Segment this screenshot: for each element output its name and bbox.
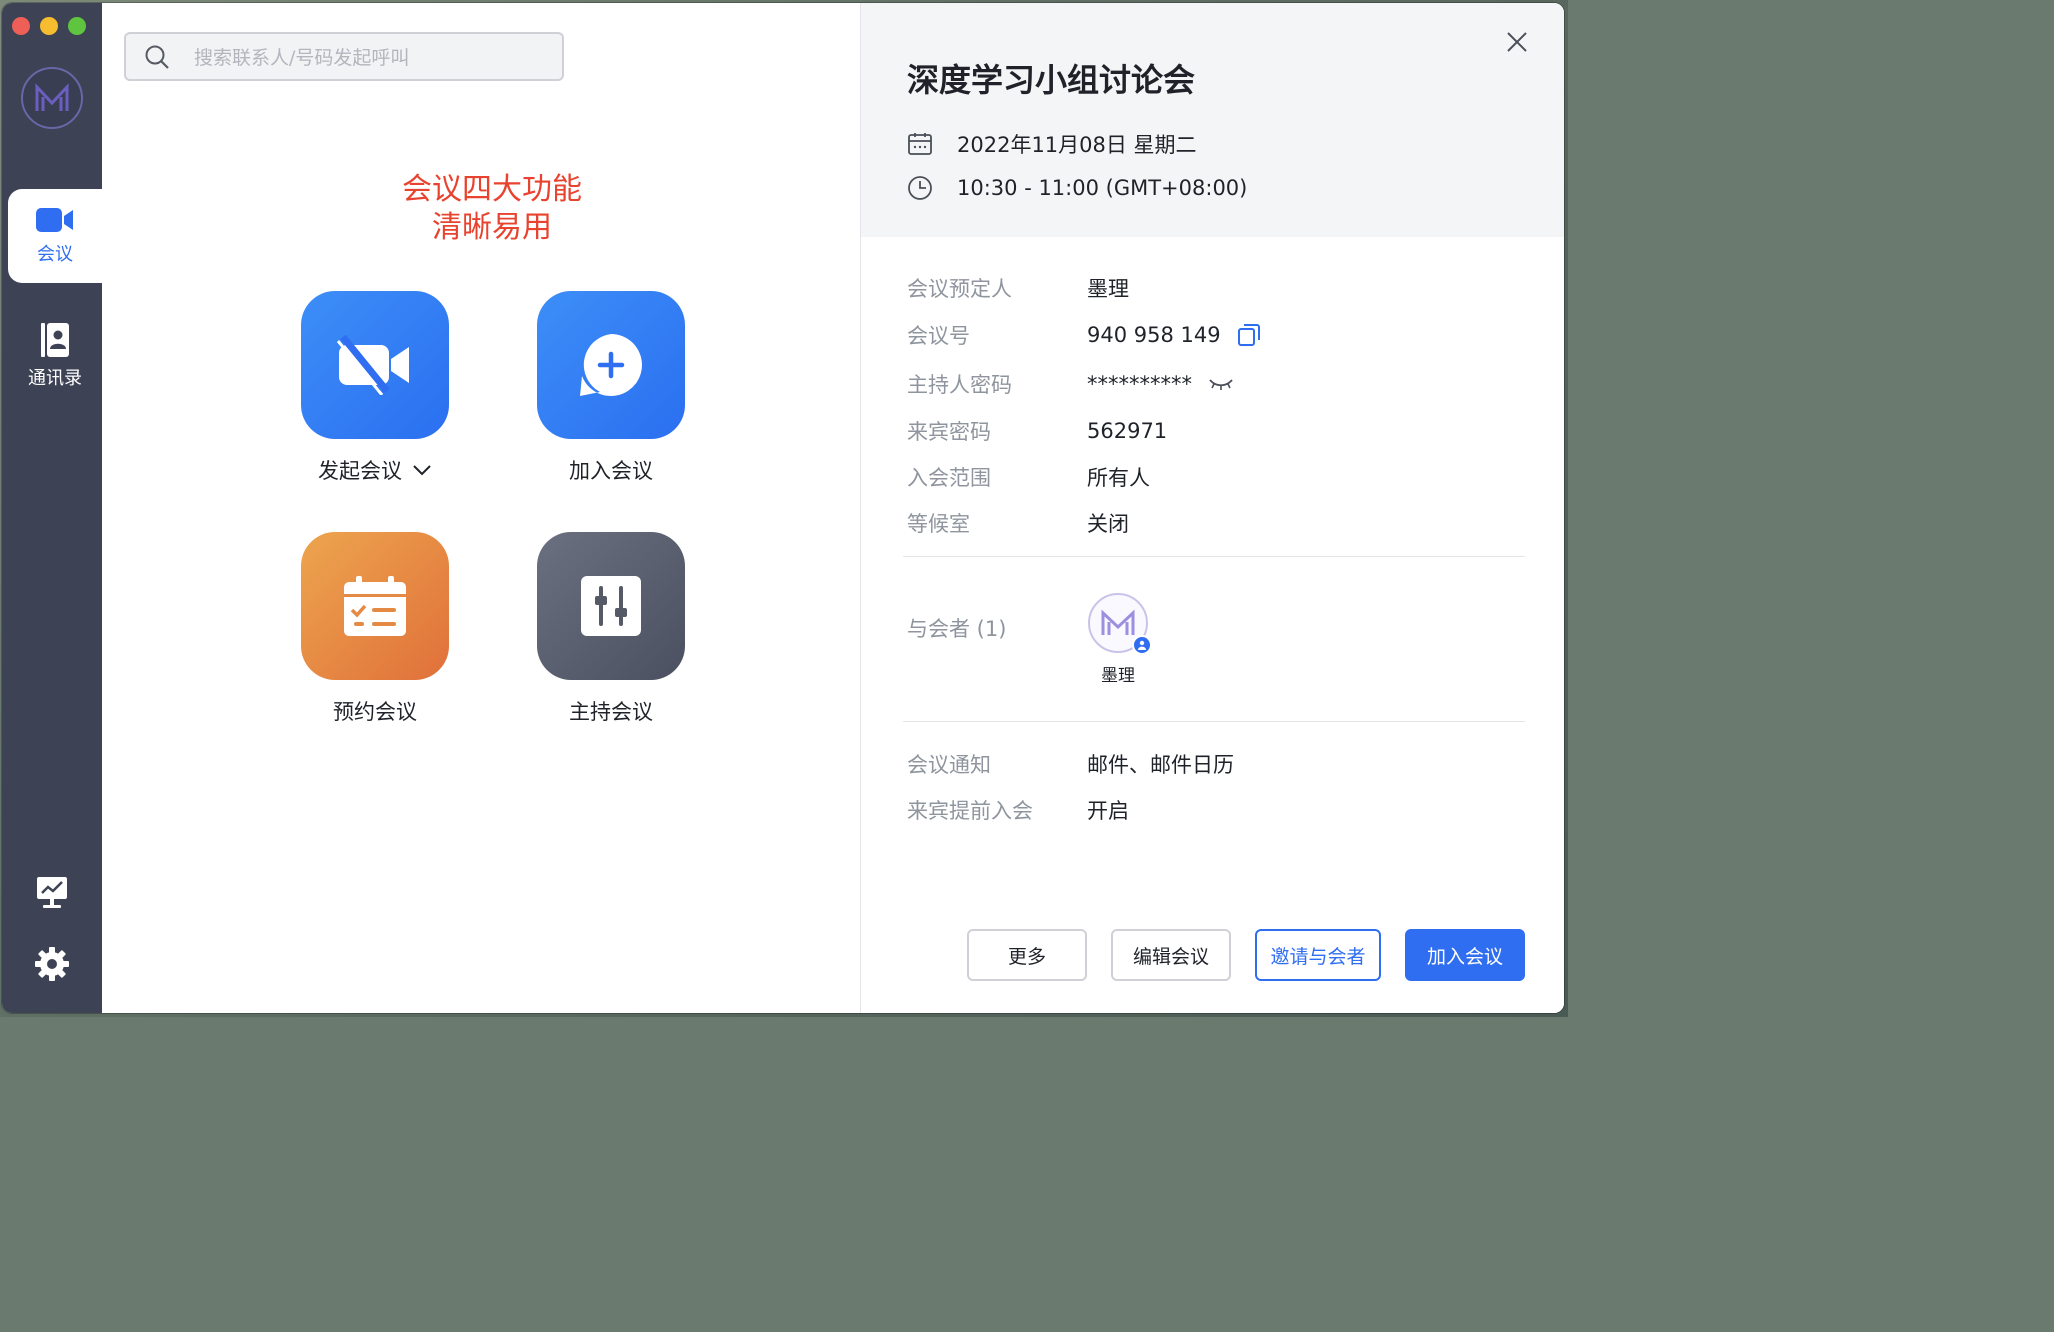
meeting-detail-panel: 深度学习小组讨论会 2022年11月08日 星期二 10:30 - 11:00 … [860,3,1564,1013]
meeting-id-row: 会议号 940 958 149 [907,320,1527,350]
schedule-meeting-action[interactable]: 预约会议 [300,532,450,726]
host-password-key: 主持人密码 [907,373,1012,397]
host-controls-icon [581,576,641,636]
meeting-time-row: 10:30 - 11:00 (GMT+08:00) [907,175,1247,201]
user-avatar[interactable] [21,67,83,129]
participant-logo-icon [1101,609,1135,635]
guest-password-row: 来宾密码 562971 [907,416,1527,446]
more-button[interactable]: 更多 [967,929,1087,981]
join-meeting-action[interactable]: 加入会议 [536,291,686,485]
join-meeting-button[interactable] [537,291,685,439]
meeting-date: 2022年11月08日 星期二 [957,133,1197,157]
early-join-key: 来宾提前入会 [907,799,1033,823]
sidebar-item-label: 通讯录 [28,368,82,389]
meeting-date-row: 2022年11月08日 星期二 [907,129,1197,159]
guest-password-value: 562971 [1087,419,1168,443]
join-scope-key: 入会范围 [907,466,991,490]
eye-closed-icon[interactable] [1208,377,1234,391]
join-meeting-primary-button[interactable]: 加入会议 [1405,929,1525,981]
host-badge [1132,635,1152,655]
invite-participants-button[interactable]: 邀请与会者 [1255,929,1381,981]
notification-row: 会议通知 邮件、邮件日历 [907,749,1527,779]
close-icon[interactable] [1506,31,1528,53]
participant-item[interactable]: 墨理 [1087,593,1152,686]
meeting-time: 10:30 - 11:00 (GMT+08:00) [957,176,1248,200]
schedule-meeting-button[interactable] [301,532,449,680]
organizer-row: 会议预定人 墨理 [907,273,1527,303]
join-meeting-label: 加入会议 [569,459,653,483]
person-icon [1138,640,1146,650]
waiting-room-row: 等候室 关闭 [907,508,1527,538]
avatar [1088,593,1152,655]
divider [903,556,1525,557]
screen-share-icon[interactable] [35,875,69,909]
contacts-book-icon [41,323,69,357]
waiting-room-value: 关闭 [1087,512,1129,536]
sidebar-item-label: 会议 [37,244,73,265]
participants-key: 与会者 (1) [907,617,1007,641]
search-input[interactable]: 搜索联系人/号码发起呼叫 [124,32,564,81]
app-logo-icon [35,83,69,111]
participant-name: 墨理 [1101,666,1135,686]
host-meeting-button[interactable] [537,532,685,680]
video-off-icon [337,335,409,395]
sidebar-item-meetings[interactable]: 会议 [8,189,102,283]
search-placeholder: 搜索联系人/号码发起呼叫 [194,47,410,69]
meeting-id-key: 会议号 [907,324,970,348]
window-controls [12,17,86,35]
search-icon [145,45,169,69]
main-panel: 搜索联系人/号码发起呼叫 会议四大功能 清晰易用 发起会议 加入会议 预约会议 … [102,3,860,1013]
notification-value: 邮件、邮件日历 [1087,753,1234,777]
organizer-value: 墨理 [1087,277,1129,301]
detail-header: 深度学习小组讨论会 2022年11月08日 星期二 10:30 - 11:00 … [861,3,1564,237]
video-camera-icon [36,208,73,232]
early-join-value: 开启 [1087,799,1129,823]
meeting-title: 深度学习小组讨论会 [907,61,1196,99]
promo-text: 会议四大功能 清晰易用 [342,171,642,247]
copy-icon[interactable] [1237,323,1261,347]
sidebar: 会议 通讯录 [2,3,102,1013]
schedule-meeting-label: 预约会议 [333,700,417,724]
zoom-window-button[interactable] [68,17,86,35]
start-meeting-action[interactable]: 发起会议 [300,291,450,485]
participants-row: 与会者 (1) [907,613,1527,643]
gear-icon[interactable] [35,947,69,981]
promo-line-1: 会议四大功能 [402,172,582,207]
app-window: 会议 通讯录 搜索联系人/号码发起呼叫 会议四大功能 清晰易用 发起会议 加入会… [2,3,1564,1013]
host-password-value: ********** [1087,372,1192,396]
host-meeting-action[interactable]: 主持会议 [536,532,686,726]
early-join-row: 来宾提前入会 开启 [907,795,1527,825]
guest-password-key: 来宾密码 [907,420,991,444]
start-meeting-button[interactable] [301,291,449,439]
host-password-row: 主持人密码 ********** [907,369,1527,399]
meeting-id-value: 940 958 149 [1087,323,1221,347]
promo-line-2: 清晰易用 [432,210,552,245]
divider [903,721,1525,722]
join-scope-row: 入会范围 所有人 [907,462,1527,492]
edit-meeting-button[interactable]: 编辑会议 [1111,929,1231,981]
start-meeting-label: 发起会议 [318,459,402,483]
calendar-icon [908,133,932,155]
chevron-down-icon[interactable] [412,464,432,476]
waiting-room-key: 等候室 [907,512,970,536]
clock-icon [908,176,932,200]
host-meeting-label: 主持会议 [569,700,653,724]
join-scope-value: 所有人 [1087,466,1150,490]
add-chat-bubble-icon [580,334,642,396]
calendar-check-icon [344,576,406,636]
sidebar-item-contacts[interactable]: 通讯录 [8,309,102,403]
minimize-window-button[interactable] [40,17,58,35]
notification-key: 会议通知 [907,753,991,777]
organizer-key: 会议预定人 [907,277,1012,301]
close-window-button[interactable] [12,17,30,35]
